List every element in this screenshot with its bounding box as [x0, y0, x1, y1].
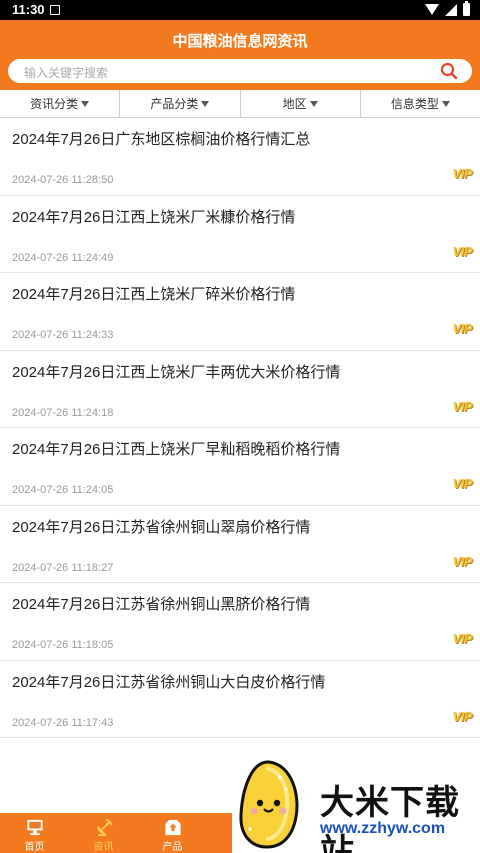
list-item[interactable]: 2024年7月26日江西上饶米厂米糠价格行情 2024-07-26 11:24:…: [0, 196, 480, 273]
list-item[interactable]: 2024年7月26日广东地区棕榈油价格行情汇总 2024-07-26 11:28…: [0, 118, 480, 196]
monitor-icon: [26, 819, 43, 836]
vip-badge: VIP: [452, 398, 473, 414]
chevron-down-icon: [81, 100, 90, 107]
watermark-url: www.zzhyw.com: [320, 820, 446, 837]
status-indicators: [425, 1, 470, 16]
filter-label: 产品分类: [150, 97, 199, 111]
tab-home[interactable]: 首页: [0, 813, 69, 853]
watermark-title: 大米下载站: [320, 784, 460, 853]
search-placeholder: 输入关键字搜索: [24, 66, 109, 80]
page-title: 中国粮油信息网资讯: [172, 33, 308, 50]
battery-icon: [463, 1, 470, 16]
tab-label: 首页: [24, 842, 45, 853]
news-list: 2024年7月26日广东地区棕榈油价格行情汇总 2024-07-26 11:28…: [0, 118, 480, 738]
app-header: 中国粮油信息网资讯 输入关键字搜索: [0, 20, 480, 90]
chevron-down-icon: [441, 100, 450, 107]
news-title: 2024年7月26日江苏省徐州铜山翠扇价格行情: [12, 518, 311, 536]
list-item[interactable]: 2024年7月26日江西上饶米厂早籼稻晚稻价格行情 2024-07-26 11:…: [0, 428, 480, 506]
list-item[interactable]: 2024年7月26日江西上饶米厂丰两优大米价格行情 2024-07-26 11:…: [0, 351, 480, 428]
upload-box-icon: [164, 819, 181, 836]
status-bar: 11:30: [0, 0, 480, 20]
satellite-dish-icon: [96, 819, 112, 837]
list-item[interactable]: 2024年7月26日江苏省徐州铜山大白皮价格行情 2024-07-26 11:1…: [0, 661, 480, 738]
chevron-down-icon: [309, 100, 318, 107]
news-timestamp: 2024-07-26 11:28:50: [12, 174, 114, 186]
news-timestamp: 2024-07-26 11:24:05: [12, 484, 114, 496]
bottom-tab-bar: 首页 资讯 产品: [0, 813, 232, 853]
tab-news[interactable]: 资讯: [69, 813, 138, 853]
filter-product-category[interactable]: 产品分类: [120, 90, 241, 117]
vip-badge: VIP: [452, 708, 473, 724]
list-item[interactable]: 2024年7月26日江西上饶米厂碎米价格行情 2024-07-26 11:24:…: [0, 273, 480, 351]
news-title: 2024年7月26日江苏省徐州铜山黑脐价格行情: [12, 596, 311, 613]
vip-badge: VIP: [452, 631, 473, 646]
search-input[interactable]: 输入关键字搜索: [8, 59, 472, 83]
vip-badge: VIP: [452, 166, 473, 181]
news-title: 2024年7月26日江苏省徐州铜山大白皮价格行情: [12, 673, 326, 691]
filter-label: 地区: [282, 97, 307, 111]
news-title: 2024年7月26日江西上饶米厂早籼稻晚稻价格行情: [12, 441, 341, 458]
filter-label: 资讯分类: [30, 97, 79, 111]
vip-badge: VIP: [452, 243, 473, 259]
news-title: 2024年7月26日江西上饶米厂碎米价格行情: [12, 286, 296, 303]
news-timestamp: 2024-07-26 11:24:49: [12, 251, 114, 264]
rice-mascot-icon: [239, 760, 299, 849]
filter-label: 信息类型: [390, 97, 439, 111]
tab-label: 资讯: [93, 842, 114, 853]
filter-news-category[interactable]: 资讯分类: [0, 90, 121, 117]
filter-bar: 资讯分类 产品分类 地区 信息类型: [0, 90, 480, 118]
news-title: 2024年7月26日江西上饶米厂丰两优大米价格行情: [12, 363, 341, 381]
vip-badge: VIP: [452, 321, 473, 336]
list-item[interactable]: 2024年7月26日江苏省徐州铜山翠扇价格行情 2024-07-26 11:18…: [0, 506, 480, 583]
list-item[interactable]: 2024年7月26日江苏省徐州铜山黑脐价格行情 2024-07-26 11:18…: [0, 583, 480, 661]
news-timestamp: 2024-07-26 11:24:33: [12, 329, 114, 341]
notification-icon: [50, 5, 60, 15]
search-icon[interactable]: [440, 62, 458, 80]
tab-products[interactable]: 产品: [138, 813, 207, 853]
wifi-icon: [425, 4, 439, 15]
status-time: 11:30: [12, 2, 45, 17]
vip-badge: VIP: [452, 476, 473, 491]
filter-region[interactable]: 地区: [241, 90, 361, 117]
signal-icon: [445, 3, 457, 16]
news-title: 2024年7月26日广东地区棕榈油价格行情汇总: [12, 131, 311, 148]
tab-label: 产品: [162, 842, 183, 853]
news-timestamp: 2024-07-26 11:18:05: [12, 639, 114, 651]
news-timestamp: 2024-07-26 11:24:18: [12, 406, 114, 419]
vip-badge: VIP: [452, 553, 473, 569]
news-title: 2024年7月26日江西上饶米厂米糠价格行情: [12, 208, 296, 226]
watermark: 大米下载站 www.zzhyw.com: [232, 757, 480, 853]
chevron-down-icon: [201, 100, 210, 107]
news-timestamp: 2024-07-26 11:18:27: [12, 561, 114, 574]
filter-info-type[interactable]: 信息类型: [361, 90, 480, 117]
news-timestamp: 2024-07-26 11:17:43: [12, 716, 114, 729]
